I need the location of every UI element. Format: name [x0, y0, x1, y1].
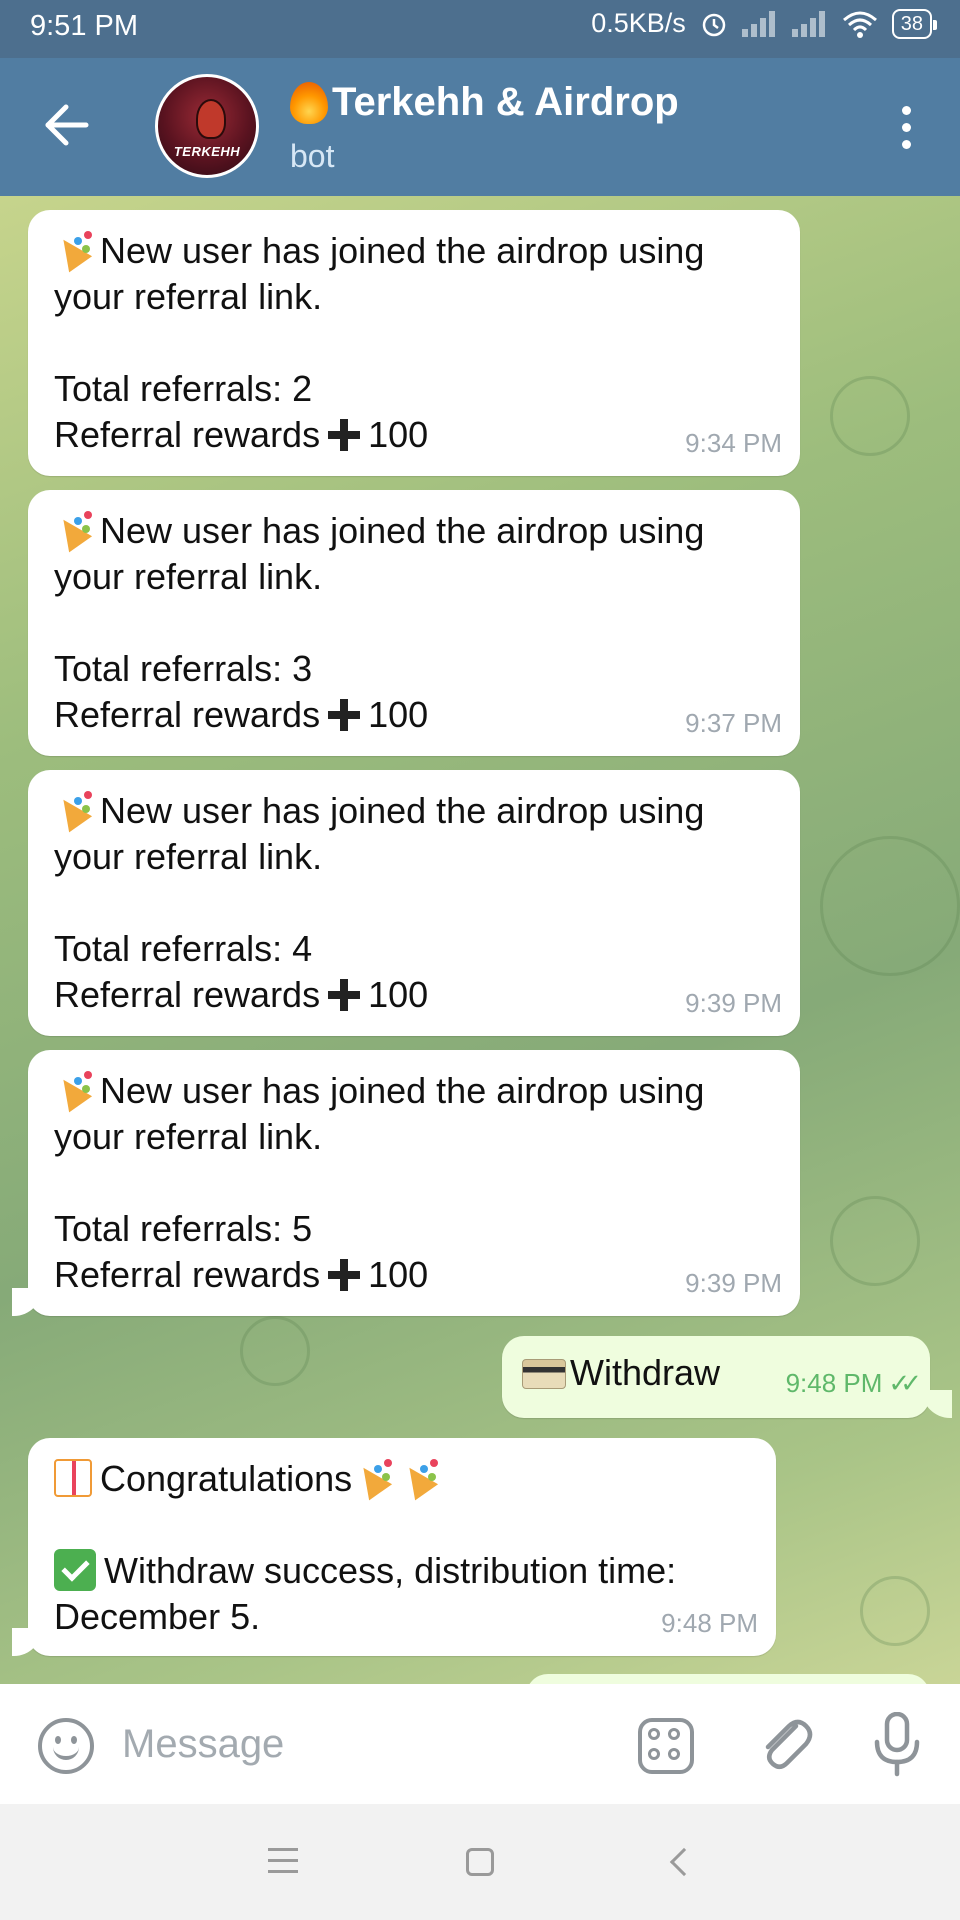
- message-composer: Message: [0, 1684, 960, 1804]
- recent-apps-icon[interactable]: [268, 1848, 298, 1881]
- home-icon[interactable]: [466, 1848, 494, 1876]
- status-time: 9:51 PM: [30, 10, 138, 42]
- message-line: your referral link.: [54, 836, 323, 877]
- alarm-icon: [702, 13, 725, 36]
- message-line: New user has joined the airdrop using: [54, 228, 778, 274]
- bot-menu-icon[interactable]: [638, 1718, 694, 1774]
- plus-icon: [328, 419, 361, 451]
- message-line: your referral link.: [54, 556, 323, 597]
- message-line: your referral link.: [54, 1116, 323, 1157]
- message-time: 9:48 PM: [661, 1608, 758, 1638]
- message-time: 9:39 PM: [685, 1268, 782, 1298]
- wallpaper-doodle: [240, 1316, 310, 1386]
- party-popper-icon: [54, 1069, 94, 1109]
- read-ticks-icon: ✓✓: [888, 1368, 921, 1398]
- battery-indicator: 38: [891, 8, 938, 39]
- message-bubble-incoming[interactable]: Congratulations Withdraw success, distri…: [28, 1438, 776, 1656]
- party-popper-icon: [400, 1457, 440, 1497]
- message-list[interactable]: New user has joined the airdrop using yo…: [0, 196, 960, 1684]
- message-line: Referral rewards 100: [54, 414, 429, 455]
- message-line: Total referrals: 2: [54, 368, 313, 409]
- message-bubble-incoming[interactable]: New user has joined the airdrop using yo…: [28, 770, 800, 1036]
- wifi-icon: [842, 11, 877, 38]
- system-nav-bar: [0, 1804, 960, 1920]
- plus-icon: [328, 979, 361, 1011]
- fire-icon: [290, 81, 328, 124]
- message-line: Referral rewards 100: [54, 694, 429, 735]
- signal-icon: [741, 10, 778, 37]
- message-line: Total referrals: 4: [54, 928, 313, 969]
- status-icons: 0.5KB/s 38: [591, 8, 938, 39]
- message-line: New user has joined the airdrop using: [54, 508, 778, 554]
- plus-icon: [328, 1259, 361, 1291]
- paperclip-icon[interactable]: [756, 1712, 816, 1776]
- network-speed: 0.5KB/s: [591, 8, 686, 38]
- message-line: December 5.: [54, 1596, 261, 1637]
- bubble-tail: [922, 1390, 952, 1418]
- avatar-mascot: [196, 99, 226, 139]
- message-bubble-incoming[interactable]: New user has joined the airdrop using yo…: [28, 490, 800, 756]
- message-time: 9:48 PM ✓✓: [786, 1360, 922, 1406]
- chat-title[interactable]: Terkehh & Airdrop: [290, 80, 679, 125]
- message-line: [54, 600, 778, 646]
- plus-icon: [328, 699, 361, 731]
- message-line: Withdraw success, distribution time:: [54, 1548, 754, 1594]
- party-popper-icon: [54, 229, 94, 269]
- avatar-logo-text: TERKEHH: [173, 144, 241, 159]
- chat-header: TERKEHH Terkehh & Airdrop bot: [0, 58, 960, 196]
- message-line: New user has joined the airdrop using: [54, 1068, 778, 1114]
- status-bar: 9:51 PM 0.5KB/s 38: [0, 0, 960, 58]
- chat-subtitle: bot: [290, 138, 335, 174]
- chat-title-text: Terkehh & Airdrop: [332, 80, 679, 124]
- message-input[interactable]: Message: [122, 1722, 284, 1767]
- check-mark-icon: [54, 1549, 96, 1591]
- message-bubble-incoming[interactable]: New user has joined the airdrop using yo…: [28, 1050, 800, 1316]
- message-bubble-incoming[interactable]: New user has joined the airdrop using yo…: [28, 210, 800, 476]
- message-line: Congratulations: [54, 1456, 754, 1502]
- message-line: [54, 1502, 754, 1548]
- wallpaper-doodle: [860, 1576, 930, 1646]
- message-time: 9:37 PM: [685, 708, 782, 738]
- message-line: Referral rewards 100: [54, 974, 429, 1015]
- arrow-left-icon[interactable]: [44, 102, 90, 148]
- wallpaper-doodle: [830, 1196, 920, 1286]
- gift-icon: [54, 1459, 92, 1497]
- wallpaper-doodle: [830, 376, 910, 456]
- message-line: [54, 320, 778, 366]
- message-line: New user has joined the airdrop using: [54, 788, 778, 834]
- party-popper-icon: [354, 1457, 394, 1497]
- message-line: [54, 1160, 778, 1206]
- microphone-icon[interactable]: [872, 1712, 922, 1778]
- message-bubble-outgoing-partial[interactable]: [526, 1674, 930, 1684]
- more-vertical-icon[interactable]: [902, 106, 912, 150]
- message-text: Withdraw: [570, 1352, 721, 1393]
- credit-card-icon: [522, 1359, 566, 1389]
- message-bubble-outgoing[interactable]: Withdraw 9:48 PM ✓✓: [502, 1336, 930, 1418]
- message-time: 9:39 PM: [685, 988, 782, 1018]
- message-line: your referral link.: [54, 276, 323, 317]
- avatar[interactable]: TERKEHH: [155, 74, 259, 178]
- back-nav-icon[interactable]: [669, 1847, 699, 1877]
- party-popper-icon: [54, 789, 94, 829]
- message-line: Referral rewards 100: [54, 1254, 429, 1295]
- signal-icon-2: [791, 10, 828, 37]
- party-popper-icon: [54, 509, 94, 549]
- message-line: Total referrals: 3: [54, 648, 313, 689]
- emoji-icon[interactable]: [38, 1718, 94, 1774]
- message-line: [54, 880, 778, 926]
- message-line: Total referrals: 5: [54, 1208, 313, 1249]
- message-time: 9:34 PM: [685, 428, 782, 458]
- wallpaper-doodle: [820, 836, 960, 976]
